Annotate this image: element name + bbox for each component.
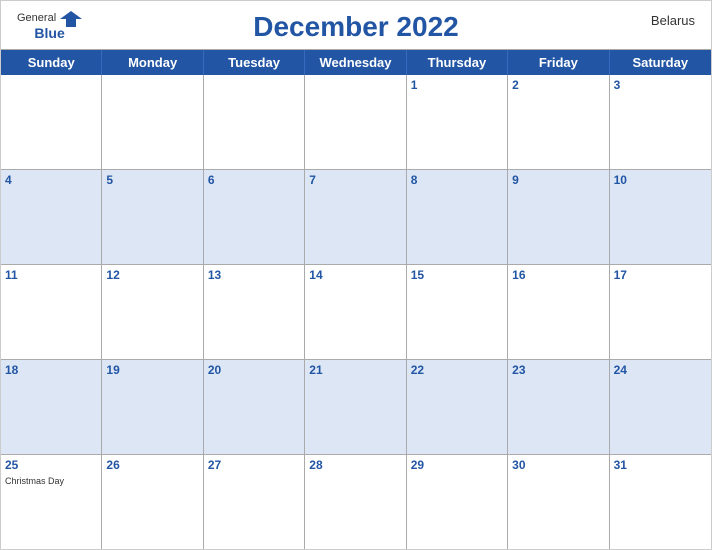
header-saturday: Saturday	[610, 50, 711, 75]
month-title: December 2022	[253, 11, 458, 43]
logo-general-text: General	[17, 12, 56, 24]
header-monday: Monday	[102, 50, 203, 75]
day-cell-12: 12	[102, 265, 203, 359]
header-thursday: Thursday	[407, 50, 508, 75]
day-cell-8: 8	[407, 170, 508, 264]
day-cell-11: 11	[1, 265, 102, 359]
day-cell-2: 2	[508, 75, 609, 169]
header-tuesday: Tuesday	[204, 50, 305, 75]
day-cell-29: 29	[407, 455, 508, 549]
day-cell-23: 23	[508, 360, 609, 454]
header-sunday: Sunday	[1, 50, 102, 75]
day-cell-30: 30	[508, 455, 609, 549]
day-cell-20: 20	[204, 360, 305, 454]
day-cell-17: 17	[610, 265, 711, 359]
week-row-1: 1 2 3	[1, 75, 711, 170]
day-headers-row: Sunday Monday Tuesday Wednesday Thursday…	[1, 50, 711, 75]
day-cell	[1, 75, 102, 169]
header-wednesday: Wednesday	[305, 50, 406, 75]
day-cell-6: 6	[204, 170, 305, 264]
day-cell-24: 24	[610, 360, 711, 454]
day-cell	[305, 75, 406, 169]
country-label: Belarus	[651, 13, 695, 28]
day-cell-19: 19	[102, 360, 203, 454]
logo: General Blue	[17, 9, 82, 41]
day-cell-18: 18	[1, 360, 102, 454]
day-cell-21: 21	[305, 360, 406, 454]
day-cell-5: 5	[102, 170, 203, 264]
week-row-3: 11 12 13 14 15 16 17	[1, 265, 711, 360]
day-cell-15: 15	[407, 265, 508, 359]
calendar-grid: Sunday Monday Tuesday Wednesday Thursday…	[1, 49, 711, 549]
day-cell-13: 13	[204, 265, 305, 359]
week-row-2: 4 5 6 7 8 9 10	[1, 170, 711, 265]
week-row-5: 25 Christmas Day 26 27 28 29 30 31	[1, 455, 711, 549]
day-cell-3: 3	[610, 75, 711, 169]
day-cell-7: 7	[305, 170, 406, 264]
day-cell	[102, 75, 203, 169]
day-cell-28: 28	[305, 455, 406, 549]
day-cell-14: 14	[305, 265, 406, 359]
day-cell-25: 25 Christmas Day	[1, 455, 102, 549]
day-cell-10: 10	[610, 170, 711, 264]
day-cell-26: 26	[102, 455, 203, 549]
day-cell-9: 9	[508, 170, 609, 264]
day-cell-4: 4	[1, 170, 102, 264]
calendar: General Blue December 2022 Belarus Sunda…	[0, 0, 712, 550]
day-cell-16: 16	[508, 265, 609, 359]
holiday-christmas: Christmas Day	[5, 476, 97, 486]
day-cell-27: 27	[204, 455, 305, 549]
day-cell	[204, 75, 305, 169]
header-friday: Friday	[508, 50, 609, 75]
logo-blue-text: Blue	[34, 25, 64, 41]
weeks-container: 1 2 3 4 5 6 7 8 9 10 11 12 13 14 15 16	[1, 75, 711, 549]
day-cell-31: 31	[610, 455, 711, 549]
day-cell-1: 1	[407, 75, 508, 169]
day-cell-22: 22	[407, 360, 508, 454]
week-row-4: 18 19 20 21 22 23 24	[1, 360, 711, 455]
calendar-header: General Blue December 2022 Belarus	[1, 1, 711, 49]
